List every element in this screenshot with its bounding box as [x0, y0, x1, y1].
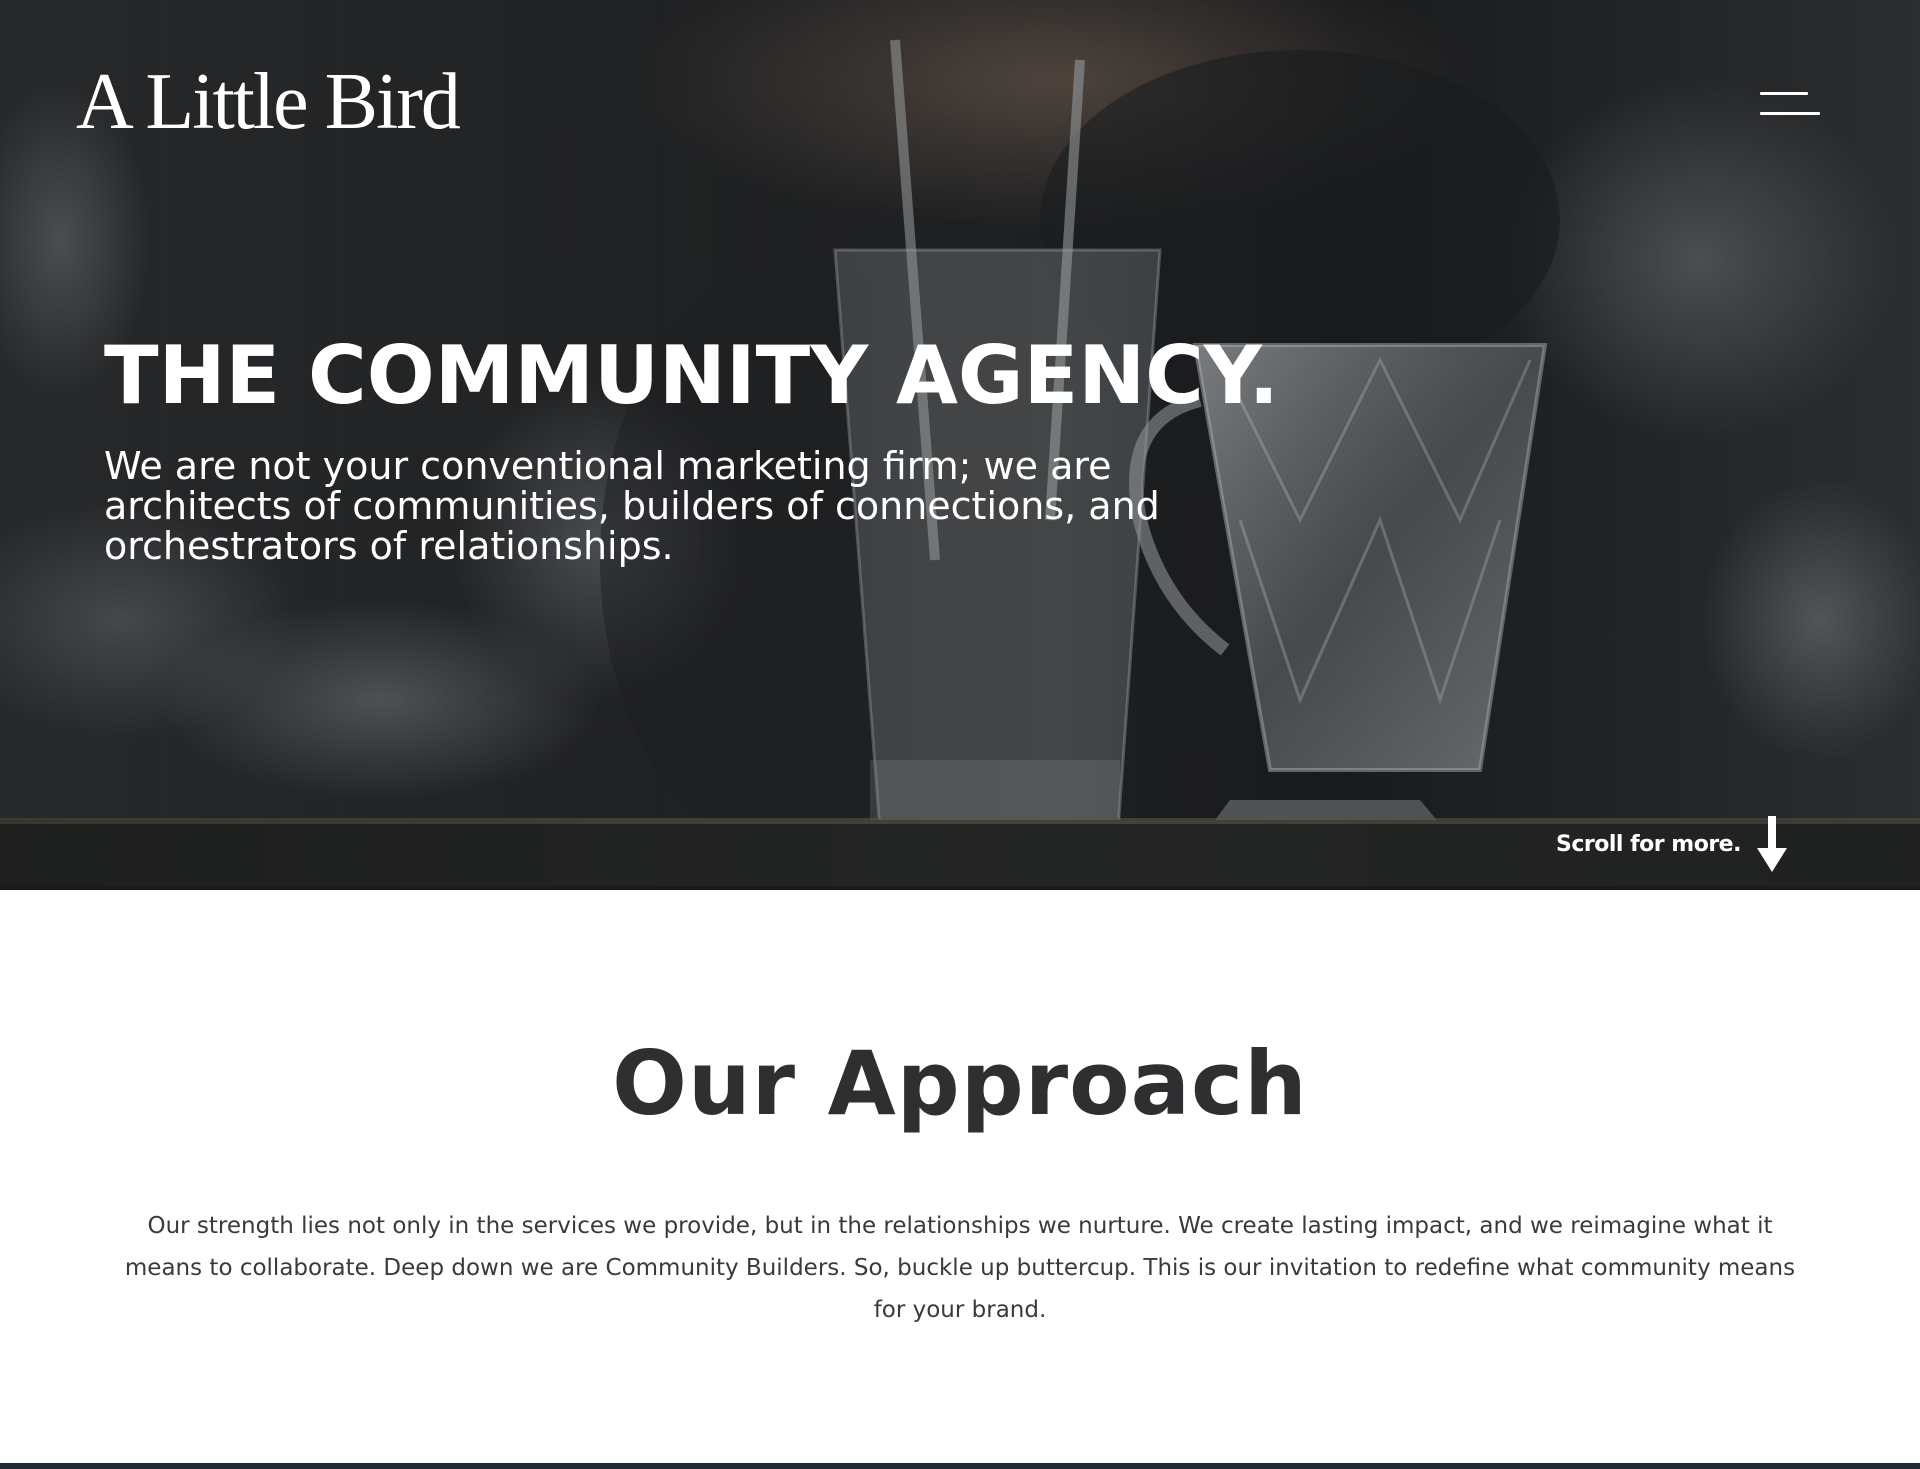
menu-bar-bottom: [1760, 112, 1820, 115]
approach-body: Our strength lies not only in the servic…: [124, 1213, 1796, 1323]
scroll-label: Scroll for more.: [1556, 831, 1741, 857]
scroll-for-more-link[interactable]: Scroll for more.: [1556, 816, 1787, 872]
hero-section: A Little Bird THE COMMUNITY AGENCY. We a…: [0, 0, 1920, 890]
approach-title: Our Approach: [612, 1032, 1308, 1135]
hero-divider: [0, 886, 1920, 890]
next-section-edge: [0, 1463, 1920, 1469]
hero-subtitle: We are not your conventional marketing f…: [104, 444, 1160, 568]
arrow-down-icon: [1756, 816, 1787, 872]
hero-title: THE COMMUNITY AGENCY.: [104, 329, 1279, 422]
menu-bar-top: [1760, 92, 1808, 95]
hamburger-menu-icon[interactable]: [1754, 90, 1820, 130]
site-logo[interactable]: A Little Bird: [76, 62, 461, 142]
